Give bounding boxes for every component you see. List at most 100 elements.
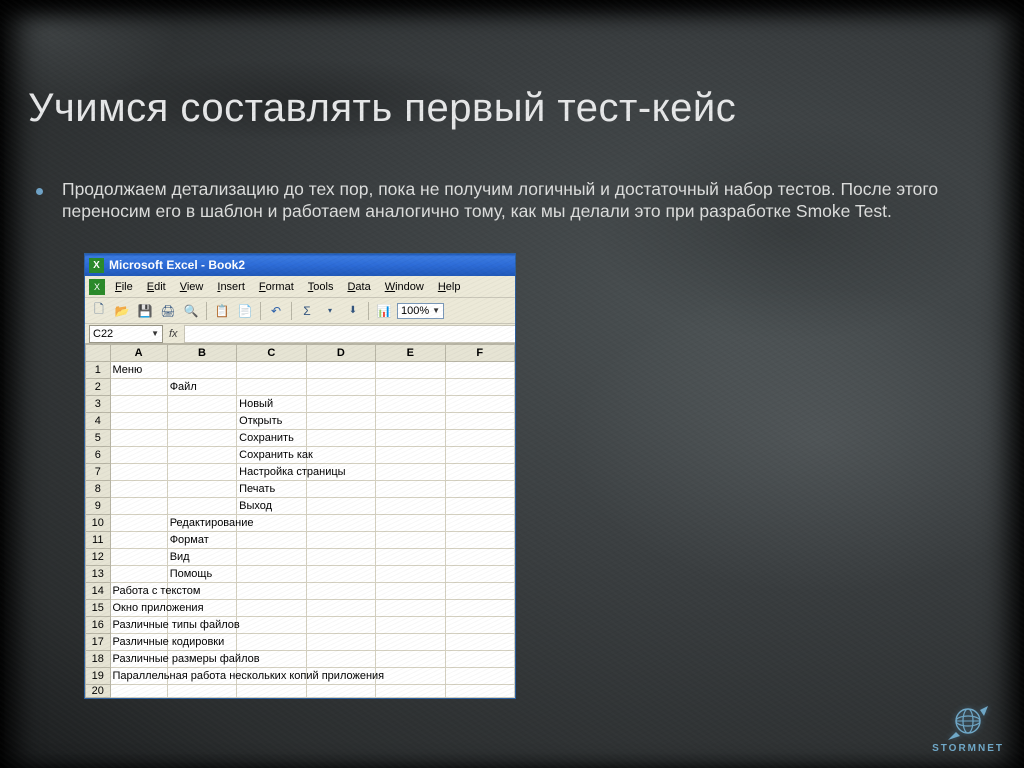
cell[interactable]	[306, 685, 375, 698]
cell[interactable]	[445, 685, 515, 698]
cell[interactable]: Открыть	[237, 413, 306, 430]
cell[interactable]	[445, 583, 515, 600]
cell[interactable]: Настройка страницы	[237, 464, 306, 481]
undo-icon[interactable]: ↶	[266, 301, 286, 321]
cell[interactable]	[445, 362, 515, 379]
cell[interactable]	[237, 685, 306, 698]
menu-window[interactable]: Window	[379, 279, 430, 295]
cell[interactable]: Формат	[167, 532, 236, 549]
cell[interactable]	[110, 685, 167, 698]
row-header[interactable]: 9	[86, 498, 111, 515]
row-header[interactable]: 14	[86, 583, 111, 600]
cell[interactable]	[445, 651, 515, 668]
cell[interactable]	[110, 566, 167, 583]
print-icon[interactable]: 🖨	[158, 301, 178, 321]
col-header-C[interactable]: C	[237, 345, 306, 362]
row-header[interactable]: 4	[86, 413, 111, 430]
cell[interactable]	[110, 549, 167, 566]
menu-insert[interactable]: Insert	[211, 279, 251, 295]
cell[interactable]	[167, 464, 236, 481]
cell[interactable]	[306, 447, 375, 464]
row-header[interactable]: 18	[86, 651, 111, 668]
cell[interactable]	[167, 481, 236, 498]
cell[interactable]	[110, 447, 167, 464]
name-box[interactable]: C22 ▼	[89, 325, 163, 343]
sum-icon[interactable]: Σ	[297, 301, 317, 321]
cell[interactable]	[306, 481, 375, 498]
cell[interactable]: Вид	[167, 549, 236, 566]
cell[interactable]	[167, 362, 236, 379]
cell[interactable]	[237, 549, 306, 566]
row-header[interactable]: 6	[86, 447, 111, 464]
cell[interactable]	[110, 498, 167, 515]
cell[interactable]	[445, 430, 515, 447]
col-header-E[interactable]: E	[376, 345, 445, 362]
row-header[interactable]: 3	[86, 396, 111, 413]
cell[interactable]	[445, 515, 515, 532]
cell[interactable]	[376, 396, 445, 413]
cell[interactable]	[376, 600, 445, 617]
cell[interactable]	[376, 651, 445, 668]
cell[interactable]	[445, 481, 515, 498]
cell[interactable]	[110, 515, 167, 532]
row-header[interactable]: 8	[86, 481, 111, 498]
select-all-corner[interactable]	[86, 345, 111, 362]
cell[interactable]	[376, 685, 445, 698]
cell[interactable]	[110, 481, 167, 498]
cell[interactable]: Новый	[237, 396, 306, 413]
cell[interactable]	[306, 362, 375, 379]
cell[interactable]	[376, 498, 445, 515]
cell[interactable]	[376, 379, 445, 396]
cell[interactable]: Параллельная работа нескольких копий при…	[110, 668, 167, 685]
cell[interactable]: Выход	[237, 498, 306, 515]
fx-label[interactable]: fx	[163, 328, 184, 340]
cell[interactable]	[110, 396, 167, 413]
formula-input[interactable]	[184, 325, 515, 343]
cell[interactable]	[445, 413, 515, 430]
cell[interactable]	[376, 413, 445, 430]
cell[interactable]	[237, 566, 306, 583]
paste-icon[interactable]: 📄	[235, 301, 255, 321]
cell[interactable]	[376, 566, 445, 583]
row-header[interactable]: 1	[86, 362, 111, 379]
cell[interactable]	[167, 430, 236, 447]
menu-view[interactable]: View	[174, 279, 210, 295]
cell[interactable]: Различные типы файлов	[110, 617, 167, 634]
sort-icon[interactable]: ⬇	[343, 301, 363, 321]
cell[interactable]	[306, 634, 375, 651]
cell[interactable]: Помощь	[167, 566, 236, 583]
menu-edit[interactable]: Edit	[141, 279, 172, 295]
cell[interactable]	[306, 515, 375, 532]
row-header[interactable]: 7	[86, 464, 111, 481]
row-header[interactable]: 12	[86, 549, 111, 566]
cell[interactable]	[237, 634, 306, 651]
cell[interactable]	[445, 600, 515, 617]
cell[interactable]	[306, 413, 375, 430]
cell[interactable]	[110, 379, 167, 396]
cell[interactable]	[376, 362, 445, 379]
row-header[interactable]: 20	[86, 685, 111, 698]
cell[interactable]	[445, 634, 515, 651]
row-header[interactable]: 11	[86, 532, 111, 549]
cell[interactable]: Работа с текстом	[110, 583, 167, 600]
cell[interactable]	[167, 413, 236, 430]
cell[interactable]: Меню	[110, 362, 167, 379]
cell[interactable]	[376, 583, 445, 600]
cell[interactable]	[110, 430, 167, 447]
excel-titlebar[interactable]: X Microsoft Excel - Book2	[85, 254, 515, 276]
row-header[interactable]: 13	[86, 566, 111, 583]
cell[interactable]	[167, 498, 236, 515]
cell[interactable]	[237, 583, 306, 600]
cell[interactable]	[376, 447, 445, 464]
col-header-A[interactable]: A	[110, 345, 167, 362]
menu-file[interactable]: File	[109, 279, 139, 295]
menu-data[interactable]: Data	[341, 279, 376, 295]
cell[interactable]	[110, 413, 167, 430]
cell[interactable]	[445, 532, 515, 549]
cell[interactable]: Различные размеры файлов	[110, 651, 167, 668]
cell[interactable]	[376, 668, 445, 685]
cell[interactable]: Различные кодировки	[110, 634, 167, 651]
zoom-box[interactable]: 100% ▼	[397, 303, 444, 319]
cell[interactable]	[306, 583, 375, 600]
cell[interactable]	[445, 566, 515, 583]
